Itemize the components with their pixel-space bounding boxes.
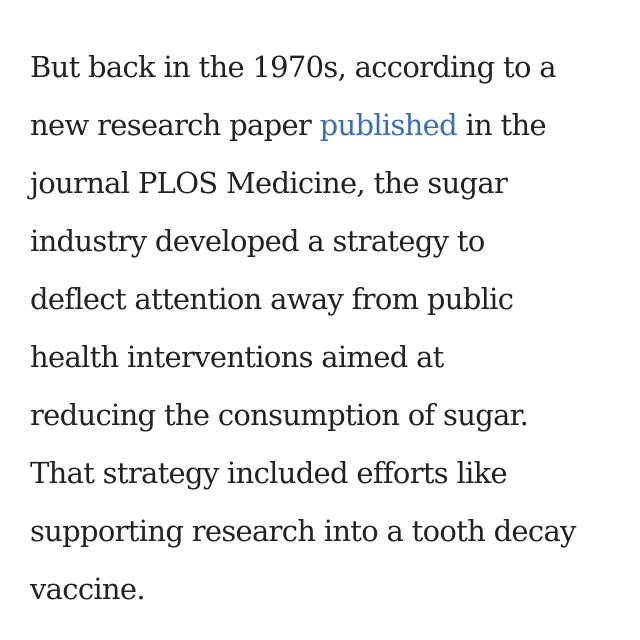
line-text: That strategy included efforts like <box>30 456 508 490</box>
line-text: vaccine. <box>30 572 146 606</box>
line-text: journal PLOS Medicine, the sugar <box>30 166 508 200</box>
paragraph-line: That strategy included efforts like <box>30 444 630 502</box>
paragraph-line: journal PLOS Medicine, the sugar <box>30 154 630 212</box>
line-text: But back in the 1970s, according to a <box>30 50 557 84</box>
line-text: new research paper <box>30 108 320 142</box>
paragraph-line: But back in the 1970s, according to a <box>30 38 630 96</box>
paragraph-line: industry developed a strategy to <box>30 212 630 270</box>
article-body: But back in the 1970s, according to a ne… <box>30 38 630 618</box>
line-text: deflect attention away from public <box>30 282 514 316</box>
line-text: in the <box>456 108 546 142</box>
line-text: health interventions aimed at <box>30 340 444 374</box>
line-text: supporting research into a tooth decay <box>30 514 576 548</box>
article-paragraph: But back in the 1970s, according to a ne… <box>30 38 630 618</box>
paragraph-line: reducing the consumption of sugar. <box>30 386 630 444</box>
paragraph-line: supporting research into a tooth decay <box>30 502 630 560</box>
published-link[interactable]: published <box>320 108 458 142</box>
paragraph-line: new research paper published in the <box>30 96 630 154</box>
paragraph-line: health interventions aimed at <box>30 328 630 386</box>
line-text: industry developed a strategy to <box>30 224 485 258</box>
paragraph-line: vaccine. <box>30 560 630 618</box>
paragraph-line: deflect attention away from public <box>30 270 630 328</box>
line-text: reducing the consumption of sugar. <box>30 398 529 432</box>
